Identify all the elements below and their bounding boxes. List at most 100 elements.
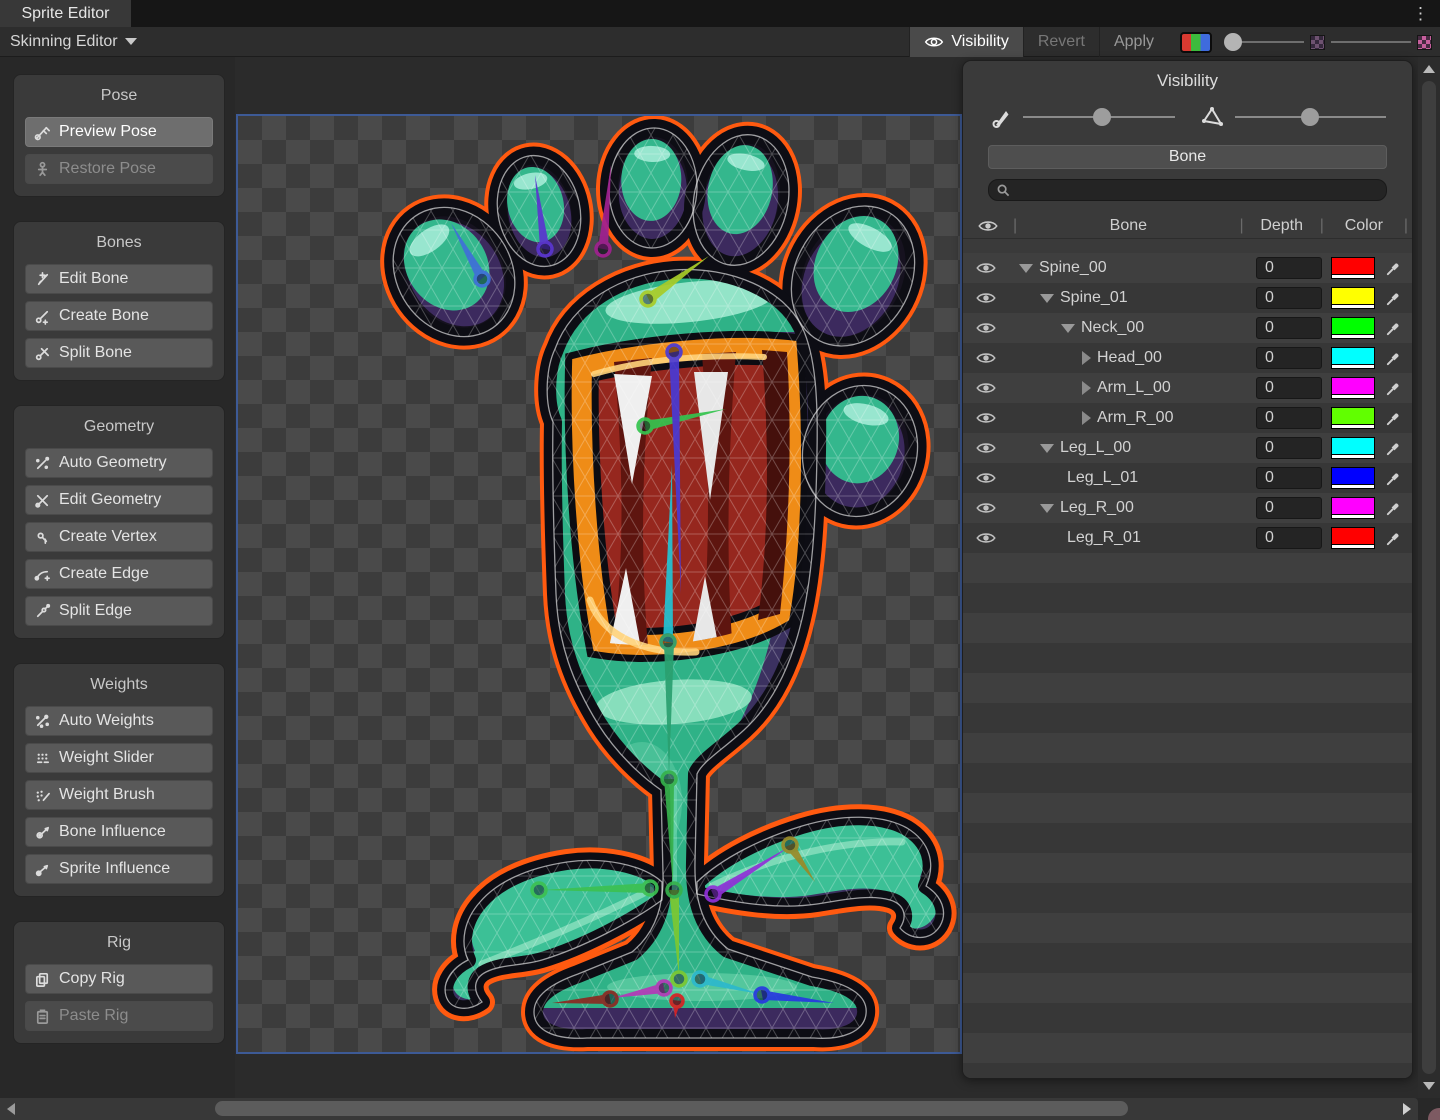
bone-visibility-eye[interactable] [963,291,1009,305]
bone-color-picker[interactable] [1380,260,1406,277]
eyedropper-icon[interactable] [1385,290,1402,307]
scroll-left-icon[interactable] [7,1103,15,1115]
bone-row-head_00[interactable]: Head_00 0 [963,343,1412,373]
bone-visibility-eye[interactable] [963,471,1009,485]
bone-visibility-eye[interactable] [963,261,1009,275]
create-bone-button[interactable]: Create Bone [25,301,213,331]
column-bone[interactable]: Bone [1019,217,1237,235]
bone-color-picker[interactable] [1380,350,1406,367]
column-color[interactable]: Color [1326,217,1402,235]
bone-row-leg_r_00[interactable]: Leg_R_000 [963,493,1412,523]
create-vertex-button[interactable]: Create Vertex [25,522,213,552]
eyedropper-icon[interactable] [1385,380,1402,397]
eye-icon[interactable] [975,531,997,545]
bone-opacity-slider[interactable] [1023,107,1175,127]
bone-color-picker[interactable] [1380,320,1406,337]
weight-brush-button[interactable]: Weight Brush [25,780,213,810]
bone-color-swatch[interactable] [1331,287,1375,309]
bone-color-swatch[interactable] [1331,377,1375,399]
eye-icon[interactable] [975,261,997,275]
bone-color-swatch[interactable] [1331,347,1375,369]
bone-color-picker[interactable] [1380,530,1406,547]
paste-rig-button[interactable]: Paste Rig [25,1001,213,1031]
eye-icon[interactable] [975,381,997,395]
eye-icon[interactable] [975,501,997,515]
bone-row-leg_l_01[interactable]: Leg_L_010 [963,463,1412,493]
bone-name[interactable]: Spine_01 [1060,289,1128,307]
eyedropper-icon[interactable] [1385,500,1402,517]
edit-geometry-button[interactable]: Edit Geometry [25,485,213,515]
bone-row-arm_l_00[interactable]: Arm_L_000 [963,373,1412,403]
bone-opacity-slider-handle[interactable] [1093,108,1111,126]
create-edge-button[interactable]: Create Edge [25,559,213,589]
eyedropper-icon[interactable] [1385,530,1402,547]
horizontal-scrollbar[interactable] [0,1098,1418,1120]
bone-search-field[interactable] [988,179,1387,201]
weight-slider-button[interactable]: Weight Slider [25,743,213,773]
bone-color-picker[interactable] [1380,470,1406,487]
edit-bone-button[interactable]: Edit Bone [25,264,213,294]
split-edge-button[interactable]: Split Edge [25,596,213,626]
bone-depth-field[interactable]: 0 [1256,257,1322,279]
bone-visibility-eye[interactable] [963,351,1009,365]
eye-icon[interactable] [975,321,997,335]
bone-depth-field[interactable]: 0 [1256,527,1322,549]
foldout-down-icon[interactable] [1040,294,1054,303]
eyedropper-icon[interactable] [1385,260,1402,277]
horizontal-scrollbar-thumb[interactable] [215,1101,1128,1116]
sprite-texture-rect[interactable] [236,114,962,1054]
bone-depth-field[interactable]: 0 [1256,317,1322,339]
foldout-right-icon[interactable] [1082,381,1091,395]
bone-color-swatch[interactable] [1331,317,1375,339]
eyedropper-icon[interactable] [1385,350,1402,367]
bone-depth-field[interactable]: 0 [1256,467,1322,489]
bone-visibility-eye[interactable] [963,441,1009,455]
bone-depth-field[interactable]: 0 [1256,437,1322,459]
bone-depth-field[interactable]: 0 [1256,377,1322,399]
bone-visibility-eye[interactable] [963,321,1009,335]
bone-name[interactable]: Head_00 [1097,349,1162,367]
foldout-down-icon[interactable] [1040,504,1054,513]
scroll-right-icon[interactable] [1403,1103,1411,1115]
auto-geometry-button[interactable]: Auto Geometry [25,448,213,478]
auto-weights-button[interactable]: Auto Weights [25,706,213,736]
bone-name[interactable]: Leg_R_01 [1067,529,1141,547]
bone-depth-field[interactable]: 0 [1256,407,1322,429]
foldout-down-icon[interactable] [1061,324,1075,333]
bone-row-spine_01[interactable]: Spine_010 [963,283,1412,313]
bone-row-leg_l_00[interactable]: Leg_L_00 0 [963,433,1412,463]
alpha-slider[interactable] [1226,27,1304,57]
window-menu-icon[interactable]: ⋮ [1412,0,1430,27]
bone-color-swatch[interactable] [1331,257,1375,279]
eye-icon[interactable] [975,471,997,485]
apply-button[interactable]: Apply [1099,27,1168,57]
bone-color-swatch[interactable] [1331,467,1375,489]
bone-color-picker[interactable] [1380,380,1406,397]
bone-visibility-eye[interactable] [963,381,1009,395]
bone-color-picker[interactable] [1380,440,1406,457]
bone-color-swatch[interactable] [1331,437,1375,459]
eyedropper-icon[interactable] [1385,440,1402,457]
restore-pose-button[interactable]: Restore Pose [25,154,213,184]
bone-row-spine_00[interactable]: Spine_000 [963,253,1412,283]
eye-column-icon[interactable] [977,219,999,233]
bone-name[interactable]: Neck_00 [1081,319,1144,337]
bone-color-swatch[interactable] [1331,497,1375,519]
revert-button[interactable]: Revert [1023,27,1099,57]
bone-depth-field[interactable]: 0 [1256,347,1322,369]
eyedropper-icon[interactable] [1385,320,1402,337]
eye-icon[interactable] [975,291,997,305]
tab-sprite-editor[interactable]: Sprite Editor [0,0,131,27]
bone-row-arm_r_00[interactable]: Arm_R_00 0 [963,403,1412,433]
rgb-channels-icon[interactable] [1180,32,1212,53]
bone-name[interactable]: Leg_L_00 [1060,439,1131,457]
split-bone-button[interactable]: Split Bone [25,338,213,368]
column-depth[interactable]: Depth [1246,217,1318,235]
bone-visibility-eye[interactable] [963,531,1009,545]
mode-dropdown[interactable]: Skinning Editor [0,27,147,57]
eyedropper-icon[interactable] [1385,470,1402,487]
bone-color-picker[interactable] [1380,500,1406,517]
preview-pose-button[interactable]: Preview Pose [25,117,213,147]
bone-color-picker[interactable] [1380,410,1406,427]
bone-name[interactable]: Arm_R_00 [1097,409,1173,427]
